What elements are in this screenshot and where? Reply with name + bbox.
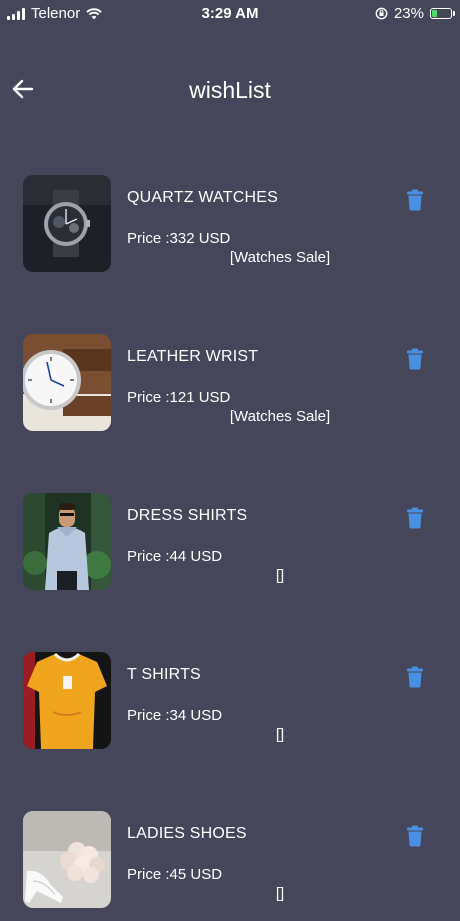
item-name: DRESS SHIRTS xyxy=(127,507,248,524)
list-item[interactable]: LADIES SHOES Price :45 USD [] xyxy=(0,811,460,921)
item-name: LEATHER WRIST xyxy=(127,348,259,365)
item-category: [] xyxy=(275,885,285,902)
page-title: wishList xyxy=(189,77,271,103)
battery-icon xyxy=(430,8,455,19)
trash-icon xyxy=(407,348,423,370)
item-price: Price :121 USD xyxy=(127,389,231,406)
item-price: Price :34 USD xyxy=(127,707,223,724)
item-price: Price :45 USD xyxy=(127,866,223,883)
trash-icon xyxy=(407,825,423,847)
dress-shirt-man-image xyxy=(23,493,111,590)
item-category: [Watches Sale] xyxy=(229,249,331,266)
list-item[interactable]: LEATHER WRIST Price :121 USD [Watches Sa… xyxy=(0,334,460,444)
delete-button[interactable] xyxy=(406,666,424,688)
yellow-tshirt-image xyxy=(23,652,111,749)
product-image[interactable] xyxy=(23,652,111,749)
battery-percent: 23% xyxy=(393,5,424,22)
status-bar: Telenor 3:29 AM 23% xyxy=(0,0,460,28)
product-image[interactable] xyxy=(23,334,111,431)
delete-button[interactable] xyxy=(406,825,424,847)
item-name: T SHIRTS xyxy=(127,666,201,683)
trash-icon xyxy=(407,507,423,529)
product-image[interactable] xyxy=(23,175,111,272)
item-price: Price :332 USD xyxy=(127,230,231,247)
delete-button[interactable] xyxy=(406,189,424,211)
item-price: Price :44 USD xyxy=(127,548,223,565)
item-name: QUARTZ WATCHES xyxy=(127,189,278,206)
item-name: LADIES SHOES xyxy=(127,825,247,842)
product-image[interactable] xyxy=(23,493,111,590)
list-item[interactable]: QUARTZ WATCHES Price :332 USD [Watches S… xyxy=(0,175,460,285)
delete-button[interactable] xyxy=(406,348,424,370)
orientation-lock-icon xyxy=(375,7,388,20)
item-category: [] xyxy=(275,567,285,584)
white-heels-flowers-image xyxy=(23,811,111,908)
quartz-watch-image xyxy=(23,175,111,272)
leather-watch-image xyxy=(23,334,111,431)
item-category: [] xyxy=(275,726,285,743)
item-category: [Watches Sale] xyxy=(229,408,331,425)
list-item[interactable]: T SHIRTS Price :34 USD [] xyxy=(0,652,460,762)
trash-icon xyxy=(407,666,423,688)
trash-icon xyxy=(407,189,423,211)
list-item[interactable]: DRESS SHIRTS Price :44 USD [] xyxy=(0,493,460,603)
status-right: 23% xyxy=(375,5,455,22)
product-image[interactable] xyxy=(23,811,111,908)
delete-button[interactable] xyxy=(406,507,424,529)
